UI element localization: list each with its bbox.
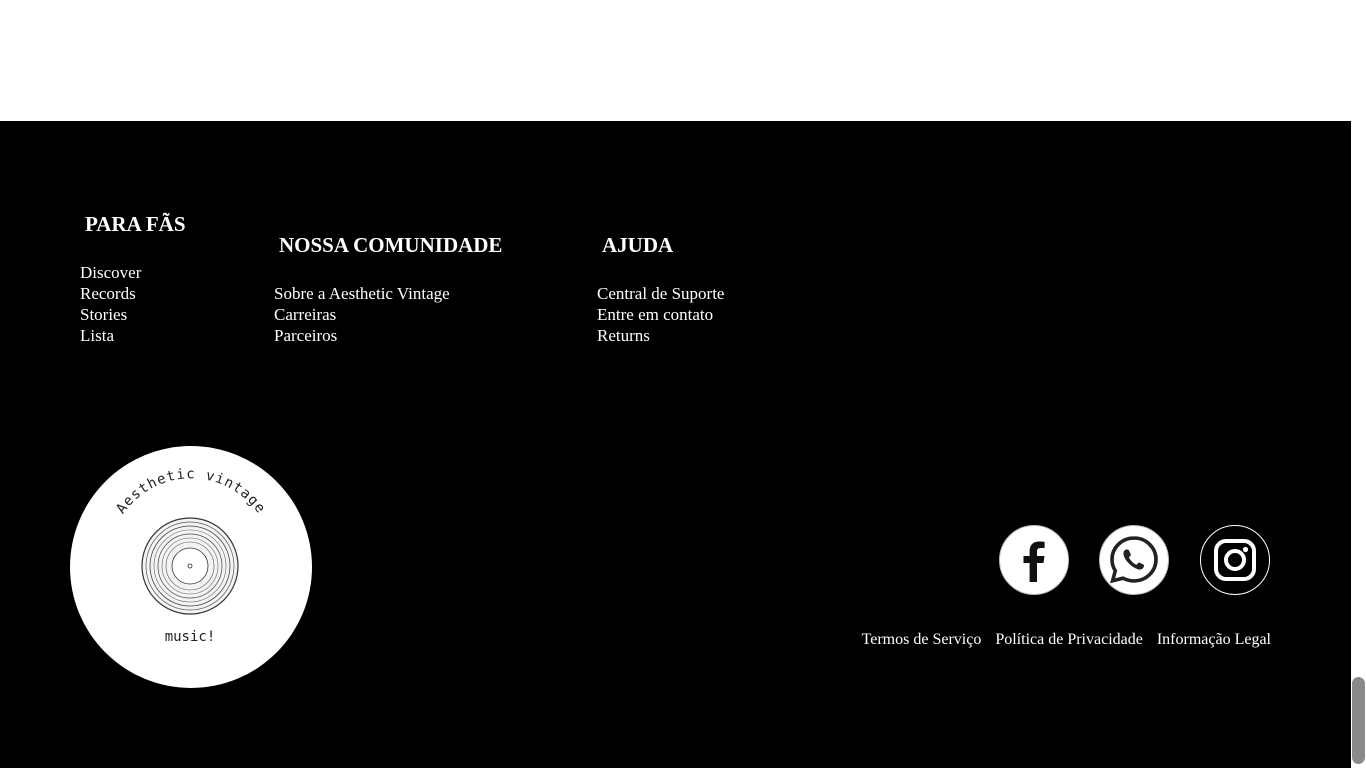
footer-link-sobre[interactable]: Sobre a Aesthetic Vintage: [274, 283, 450, 304]
list-item: Returns: [597, 325, 724, 346]
footer-link-stories[interactable]: Stories: [80, 304, 141, 325]
footer-link-entre-em-contato[interactable]: Entre em contato: [597, 304, 724, 325]
instagram-button[interactable]: [1200, 525, 1270, 595]
logo-top-text: Aesthetic vintage: [113, 466, 267, 517]
list-item: Carreiras: [274, 304, 450, 325]
footer-link-lista[interactable]: Lista: [80, 325, 141, 346]
instagram-icon: [1214, 539, 1256, 581]
footer-link-central-de-suporte[interactable]: Central de Suporte: [597, 283, 724, 304]
svg-text:Aesthetic vintage: Aesthetic vintage: [113, 466, 268, 517]
list-item: Sobre a Aesthetic Vintage: [274, 283, 450, 304]
vinyl-record-logo-icon: Aesthetic vintage music!: [113, 466, 268, 645]
list-item: Stories: [80, 304, 141, 325]
footer-links-nossa-comunidade: Sobre a Aesthetic Vintage Carreiras Parc…: [274, 283, 450, 346]
footer-heading-ajuda: AJUDA: [602, 233, 674, 257]
logo-bottom-text: music!: [165, 629, 216, 645]
legal-links: Termos de Serviço Política de Privacidad…: [862, 630, 1271, 650]
list-item: Parceiros: [274, 325, 450, 346]
list-item: Records: [80, 283, 141, 304]
scrollbar-thumb[interactable]: [1352, 677, 1365, 764]
whatsapp-icon: [1110, 536, 1158, 584]
footer-link-discover[interactable]: Discover: [80, 262, 141, 283]
whatsapp-button[interactable]: [1099, 525, 1169, 595]
legal-link-informacao-legal[interactable]: Informação Legal: [1157, 630, 1271, 650]
legal-link-privacidade[interactable]: Política de Privacidade: [995, 630, 1143, 650]
footer-links-para-fas: Discover Records Stories Lista: [80, 262, 141, 346]
list-item: Lista: [80, 325, 141, 346]
list-item: Discover: [80, 262, 141, 283]
footer-link-parceiros[interactable]: Parceiros: [274, 325, 450, 346]
facebook-icon: [1023, 541, 1045, 582]
legal-link-termos[interactable]: Termos de Serviço: [862, 630, 982, 650]
footer-link-returns[interactable]: Returns: [597, 325, 724, 346]
list-item: Entre em contato: [597, 304, 724, 325]
page-top-blank-area: [0, 0, 1351, 121]
footer-link-records[interactable]: Records: [80, 283, 141, 304]
facebook-button[interactable]: [999, 525, 1069, 595]
brand-logo[interactable]: Aesthetic vintage music!: [70, 446, 312, 688]
footer-link-carreiras[interactable]: Carreiras: [274, 304, 450, 325]
footer-links-ajuda: Central de Suporte Entre em contato Retu…: [597, 283, 724, 346]
scrollbar-track[interactable]: [1351, 0, 1366, 768]
list-item: Central de Suporte: [597, 283, 724, 304]
site-footer: PARA FÃS Discover Records Stories Lista …: [0, 121, 1351, 768]
footer-heading-para-fas: PARA FÃS: [85, 212, 186, 236]
footer-heading-nossa-comunidade: NOSSA COMUNIDADE: [279, 233, 503, 257]
